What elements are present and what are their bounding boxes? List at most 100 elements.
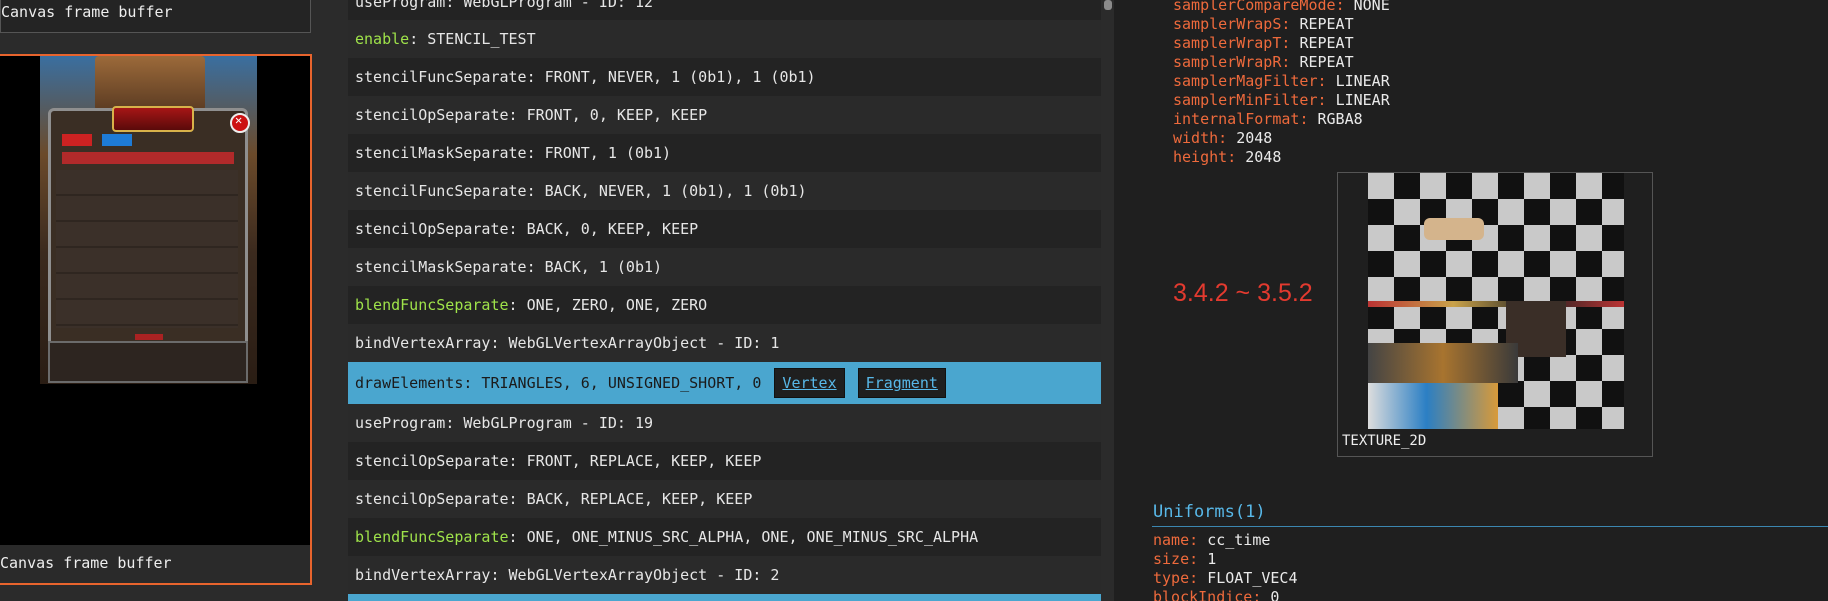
property-key: height <box>1173 148 1228 166</box>
command-arguments: : BACK, REPLACE, KEEP, KEEP <box>508 490 753 508</box>
command-row[interactable]: stencilMaskSeparate: FRONT, 1 (0b1) <box>348 134 1101 172</box>
property-key: size <box>1153 550 1190 568</box>
property-separator: : <box>1299 110 1318 128</box>
property-key: samplerMinFilter <box>1173 91 1318 109</box>
uniform-property: size: 1 <box>1153 550 1216 569</box>
command-function-name: stencilMaskSeparate <box>355 144 527 162</box>
command-row[interactable]: stencilFuncSeparate: BACK, NEVER, 1 (0b1… <box>348 172 1101 210</box>
game-screenshot-image <box>40 56 257 384</box>
command-list: useProgram: WebGLProgram - ID: 12 enable:… <box>348 0 1101 601</box>
property-value: FLOAT_VEC4 <box>1207 569 1298 587</box>
property-separator: : <box>1227 148 1246 166</box>
game-tab-red <box>62 134 92 146</box>
scrollbar-thumb[interactable] <box>1104 0 1112 10</box>
command-row[interactable]: stencilFuncSeparate: FRONT, NEVER, 1 (0b… <box>348 58 1101 96</box>
command-row[interactable]: bindVertexArray: WebGLVertexArrayObject … <box>348 556 1101 594</box>
command-row[interactable]: blendFuncSeparate: ONE, ONE_MINUS_SRC_AL… <box>348 518 1101 556</box>
property-key: blockIndice <box>1153 588 1253 601</box>
command-function-name: blendFuncSeparate <box>355 296 509 314</box>
canvas-panel: Canvas frame buffer Canvas frame buffer <box>0 0 333 601</box>
command-list-scrollbar[interactable] <box>1102 0 1114 601</box>
texture-property: internalFormat: RGBA8 <box>1173 110 1363 129</box>
property-value: RGBA8 <box>1317 110 1363 128</box>
uniform-property: name: cc_time <box>1153 531 1270 550</box>
property-value: 2048 <box>1236 129 1273 147</box>
canvas-frame-buffer-thumbnail[interactable]: Canvas frame buffer <box>0 54 312 585</box>
command-function-name: enable <box>355 30 410 48</box>
command-row[interactable]: stencilMaskSeparate: BACK, 1 (0b1) <box>348 248 1101 286</box>
command-row[interactable]: stencilOpSeparate: BACK, REPLACE, KEEP, … <box>348 480 1101 518</box>
property-value: cc_time <box>1207 531 1271 549</box>
command-arguments: : STENCIL_TEST <box>409 30 536 48</box>
texture-property: samplerMagFilter: LINEAR <box>1173 72 1390 91</box>
property-separator: : <box>1317 72 1336 90</box>
property-separator: : <box>1189 550 1208 568</box>
command-row[interactable]: stencilOpSeparate: FRONT, 0, KEEP, KEEP <box>348 96 1101 134</box>
fragment-shader-link[interactable]: Fragment <box>857 368 946 398</box>
vertex-shader-link[interactable]: Vertex <box>774 368 845 398</box>
property-value: REPEAT <box>1299 15 1354 33</box>
command-arguments: : FRONT, 0, KEEP, KEEP <box>508 106 708 124</box>
command-arguments: : BACK, NEVER, 1 (0b1), 1 (0b1) <box>526 182 807 200</box>
command-function-name: bindVertexArray <box>355 334 491 352</box>
command-arguments: : FRONT, REPLACE, KEEP, KEEP <box>508 452 762 470</box>
game-tab-blue <box>102 134 132 146</box>
canvas-preview <box>0 56 310 545</box>
command-function-name: stencilOpSeparate <box>355 490 509 508</box>
property-separator: : <box>1281 53 1300 71</box>
command-row[interactable]: useProgram: WebGLProgram - ID: 12 <box>348 0 1101 20</box>
property-value: LINEAR <box>1335 91 1390 109</box>
texture-atlas-image <box>1368 173 1624 429</box>
command-row[interactable]: stencilOpSeparate: FRONT, REPLACE, KEEP,… <box>348 442 1101 480</box>
property-value: REPEAT <box>1299 53 1354 71</box>
canvas-frame-buffer-label: Canvas frame buffer <box>0 545 310 583</box>
property-separator: : <box>1317 91 1336 109</box>
property-separator: : <box>1335 0 1354 14</box>
close-icon <box>230 113 250 133</box>
command-row[interactable]: drawElements: TRIANGLES, 6, UNSIGNED_SHO… <box>348 362 1101 404</box>
texture-property: width: 2048 <box>1173 129 1272 148</box>
property-key: samplerCompareMode <box>1173 0 1336 14</box>
property-key: samplerWrapT <box>1173 34 1282 52</box>
command-row-selected-next[interactable] <box>348 594 1101 601</box>
command-arguments: : BACK, 1 (0b1) <box>526 258 663 276</box>
property-value: NONE <box>1353 0 1390 14</box>
uniforms-section-title[interactable]: Uniforms(1) <box>1153 502 1266 522</box>
command-row[interactable]: blendFuncSeparate: ONE, ZERO, ONE, ZERO <box>348 286 1101 324</box>
command-function-name: stencilOpSeparate <box>355 220 509 238</box>
texture-preview-box[interactable]: TEXTURE_2D <box>1337 172 1653 457</box>
texture-property: samplerCompareMode: NONE <box>1173 0 1390 15</box>
uniform-property: blockIndice: 0 <box>1153 588 1279 601</box>
command-function-name: stencilFuncSeparate <box>355 182 527 200</box>
command-function-name: drawElements <box>355 374 464 392</box>
command-function-name: stencilOpSeparate <box>355 452 509 470</box>
command-row[interactable]: enable: STENCIL_TEST <box>348 20 1101 58</box>
property-separator: : <box>1189 531 1208 549</box>
property-value: 0 <box>1270 588 1280 601</box>
game-banner <box>95 56 205 111</box>
game-dialog-title <box>112 106 194 132</box>
game-divider <box>135 334 163 340</box>
uniforms-divider <box>1152 526 1828 527</box>
texture-property: samplerMinFilter: LINEAR <box>1173 91 1390 110</box>
command-arguments: : ONE, ZERO, ONE, ZERO <box>508 296 708 314</box>
command-arguments: : FRONT, 1 (0b1) <box>526 144 672 162</box>
command-arguments: : WebGLProgram - ID: 12 <box>445 0 654 11</box>
property-separator: : <box>1281 34 1300 52</box>
command-row[interactable]: bindVertexArray: WebGLVertexArrayObject … <box>348 324 1101 362</box>
command-arguments: : WebGLVertexArrayObject - ID: 2 <box>490 566 780 584</box>
command-row[interactable]: stencilOpSeparate: BACK, 0, KEEP, KEEP <box>348 210 1101 248</box>
property-key: internalFormat <box>1173 110 1300 128</box>
property-key: type <box>1153 569 1190 587</box>
command-row[interactable]: useProgram: WebGLProgram - ID: 19 <box>348 404 1101 442</box>
command-function-name: stencilMaskSeparate <box>355 258 527 276</box>
texture-property: samplerWrapR: REPEAT <box>1173 53 1354 72</box>
command-arguments: : WebGLProgram - ID: 19 <box>445 414 654 432</box>
texture-atlas-region <box>1368 383 1498 429</box>
command-function-name: useProgram <box>355 414 446 432</box>
command-arguments: : TRIANGLES, 6, UNSIGNED_SHORT, 0 <box>463 374 762 392</box>
command-function-name: bindVertexArray <box>355 566 491 584</box>
property-separator: : <box>1281 15 1300 33</box>
texture-property: samplerWrapS: REPEAT <box>1173 15 1354 34</box>
property-key: name <box>1153 531 1190 549</box>
